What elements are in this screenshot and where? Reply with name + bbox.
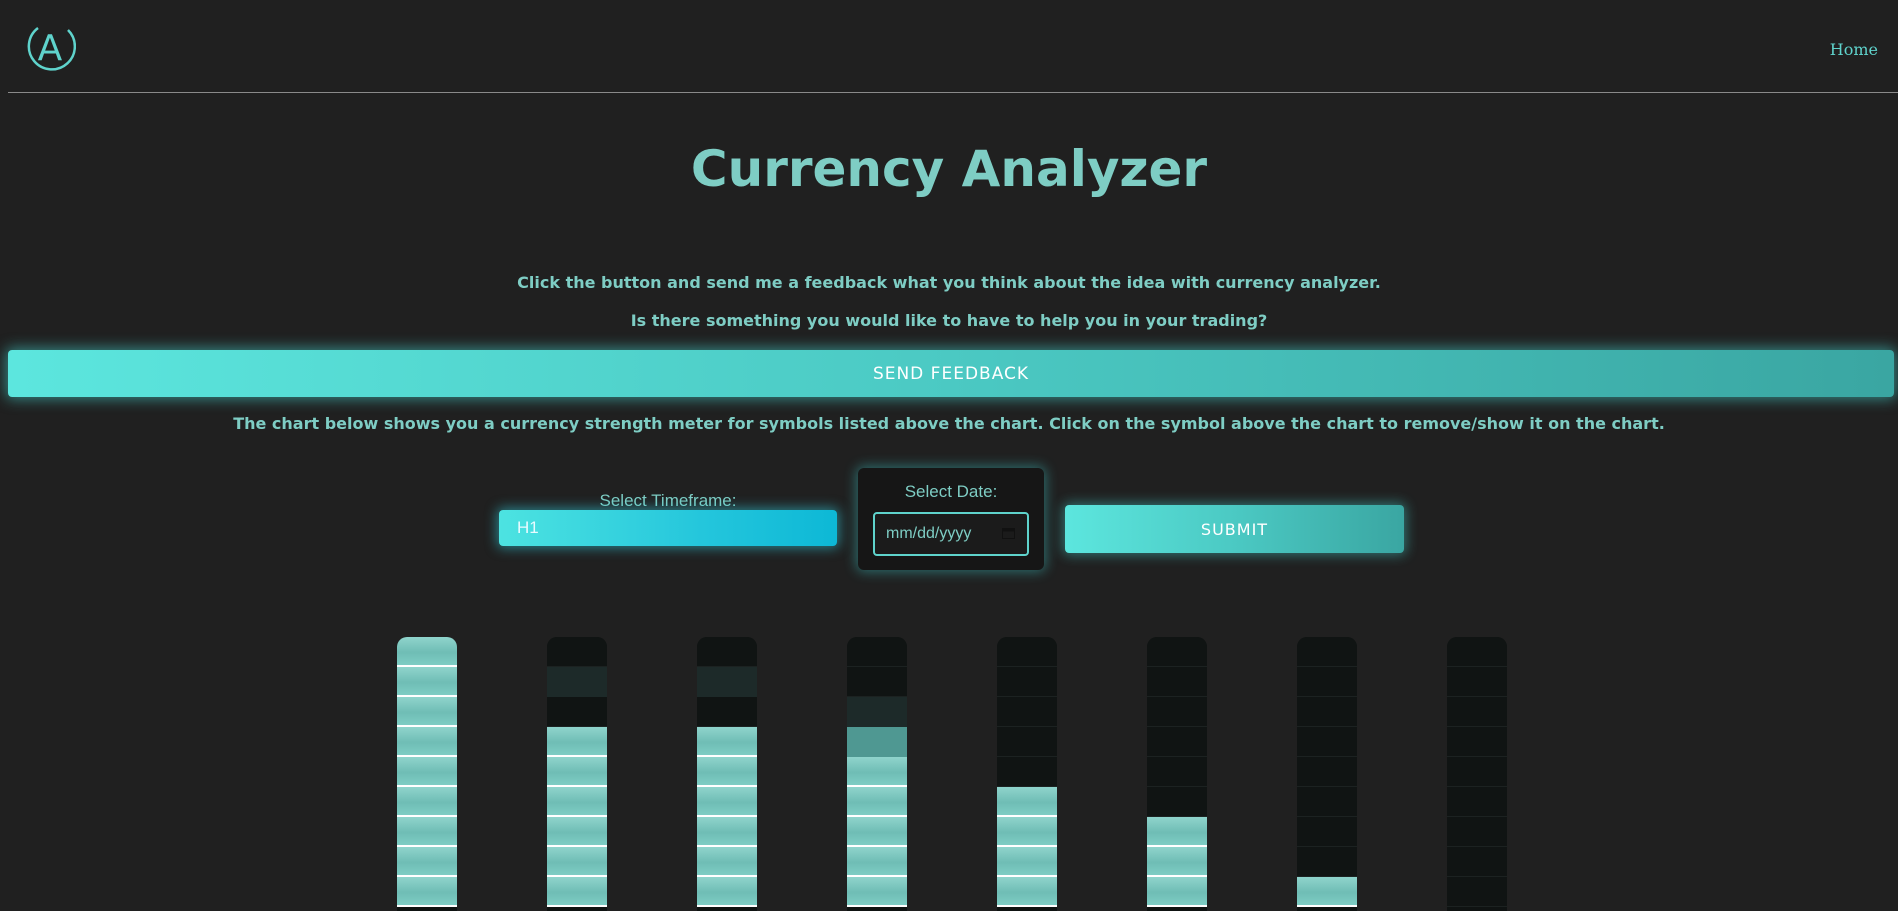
- strength-segment: [1447, 637, 1507, 667]
- strength-segment: [997, 787, 1057, 817]
- date-input[interactable]: mm/dd/yyyy: [873, 512, 1029, 556]
- strength-segment: [697, 757, 757, 787]
- strength-segment: [847, 667, 907, 697]
- strength-segment: [1297, 877, 1357, 907]
- strength-segment: [1297, 787, 1357, 817]
- strength-segment: [697, 667, 757, 697]
- strength-bar[interactable]: [547, 637, 607, 911]
- strength-bar[interactable]: [997, 637, 1057, 911]
- strength-bar[interactable]: [1147, 637, 1207, 911]
- strength-segment: [697, 727, 757, 757]
- date-placeholder: mm/dd/yyyy: [886, 525, 972, 542]
- date-label: Select Date:: [904, 482, 998, 501]
- strength-segment: [1147, 697, 1207, 727]
- strength-bar[interactable]: [1297, 637, 1357, 911]
- intro-text-trading: Is there something you would like to hav…: [630, 311, 1268, 330]
- strength-bar[interactable]: [847, 637, 907, 911]
- strength-segment: [1147, 667, 1207, 697]
- strength-segment: [1297, 847, 1357, 877]
- strength-segment: [547, 697, 607, 727]
- strength-segment: [847, 877, 907, 907]
- strength-segment: [397, 637, 457, 667]
- date-picker-panel: Select Date: mm/dd/yyyy: [858, 468, 1044, 570]
- strength-segment: [847, 727, 907, 757]
- top-navbar: A Home: [8, 0, 1898, 93]
- strength-segment: [847, 697, 907, 727]
- strength-segment: [1447, 727, 1507, 757]
- strength-segment: [847, 637, 907, 667]
- strength-segment: [1297, 727, 1357, 757]
- strength-segment: [697, 817, 757, 847]
- strength-segment: [1297, 667, 1357, 697]
- timeframe-select[interactable]: H1: [499, 510, 837, 546]
- strength-segment: [697, 877, 757, 907]
- strength-segment: [1447, 877, 1507, 907]
- strength-segment: [1147, 757, 1207, 787]
- strength-segment: [547, 667, 607, 697]
- strength-segment: [997, 877, 1057, 907]
- strength-segment: [1297, 817, 1357, 847]
- strength-segment: [697, 847, 757, 877]
- strength-segment: [397, 817, 457, 847]
- strength-segment: [547, 727, 607, 757]
- strength-segment: [547, 757, 607, 787]
- strength-segment: [1447, 847, 1507, 877]
- strength-segment: [1447, 757, 1507, 787]
- strength-segment: [397, 667, 457, 697]
- strength-segment: [697, 637, 757, 667]
- strength-segment: [397, 877, 457, 907]
- strength-segment: [1147, 727, 1207, 757]
- intro-text-feedback: Click the button and send me a feedback …: [517, 273, 1381, 292]
- strength-segment: [847, 757, 907, 787]
- strength-segment: [547, 637, 607, 667]
- strength-segment: [397, 727, 457, 757]
- strength-bar[interactable]: [1447, 637, 1507, 911]
- strength-segment: [1447, 697, 1507, 727]
- strength-segment: [1297, 637, 1357, 667]
- strength-segment: [847, 787, 907, 817]
- strength-segment: [997, 847, 1057, 877]
- strength-segment: [1447, 817, 1507, 847]
- strength-segment: [997, 697, 1057, 727]
- strength-bar[interactable]: [697, 637, 757, 911]
- strength-segment: [547, 787, 607, 817]
- send-feedback-button[interactable]: SEND FEEDBACK: [8, 350, 1894, 397]
- strength-segment: [697, 697, 757, 727]
- strength-segment: [1297, 757, 1357, 787]
- strength-segment: [997, 637, 1057, 667]
- logo-icon[interactable]: A: [24, 22, 76, 74]
- strength-segment: [997, 757, 1057, 787]
- nav-home-link[interactable]: Home: [1830, 40, 1878, 59]
- logo-letter: A: [38, 28, 63, 69]
- strength-segment: [1147, 787, 1207, 817]
- strength-segment: [547, 877, 607, 907]
- strength-segment: [1447, 667, 1507, 697]
- strength-segment: [697, 787, 757, 817]
- strength-segment: [847, 817, 907, 847]
- strength-segment: [397, 847, 457, 877]
- strength-segment: [997, 817, 1057, 847]
- strength-segment: [547, 847, 607, 877]
- strength-segment: [397, 697, 457, 727]
- strength-segment: [1447, 787, 1507, 817]
- strength-segment: [397, 787, 457, 817]
- strength-segment: [1297, 697, 1357, 727]
- strength-segment: [1147, 637, 1207, 667]
- strength-segment: [1147, 847, 1207, 877]
- strength-segment: [1147, 817, 1207, 847]
- currency-strength-chart: [0, 637, 1898, 911]
- chart-description: The chart below shows you a currency str…: [233, 414, 1665, 433]
- strength-segment: [547, 817, 607, 847]
- strength-segment: [997, 667, 1057, 697]
- strength-segment: [997, 727, 1057, 757]
- calendar-icon[interactable]: [1002, 527, 1015, 539]
- strength-segment: [397, 757, 457, 787]
- strength-segment: [847, 847, 907, 877]
- strength-segment: [1147, 877, 1207, 907]
- submit-button[interactable]: SUBMIT: [1065, 505, 1404, 553]
- page-title: Currency Analyzer: [690, 140, 1208, 198]
- timeframe-label: Select Timeframe:: [599, 491, 737, 510]
- strength-bar[interactable]: [397, 637, 457, 911]
